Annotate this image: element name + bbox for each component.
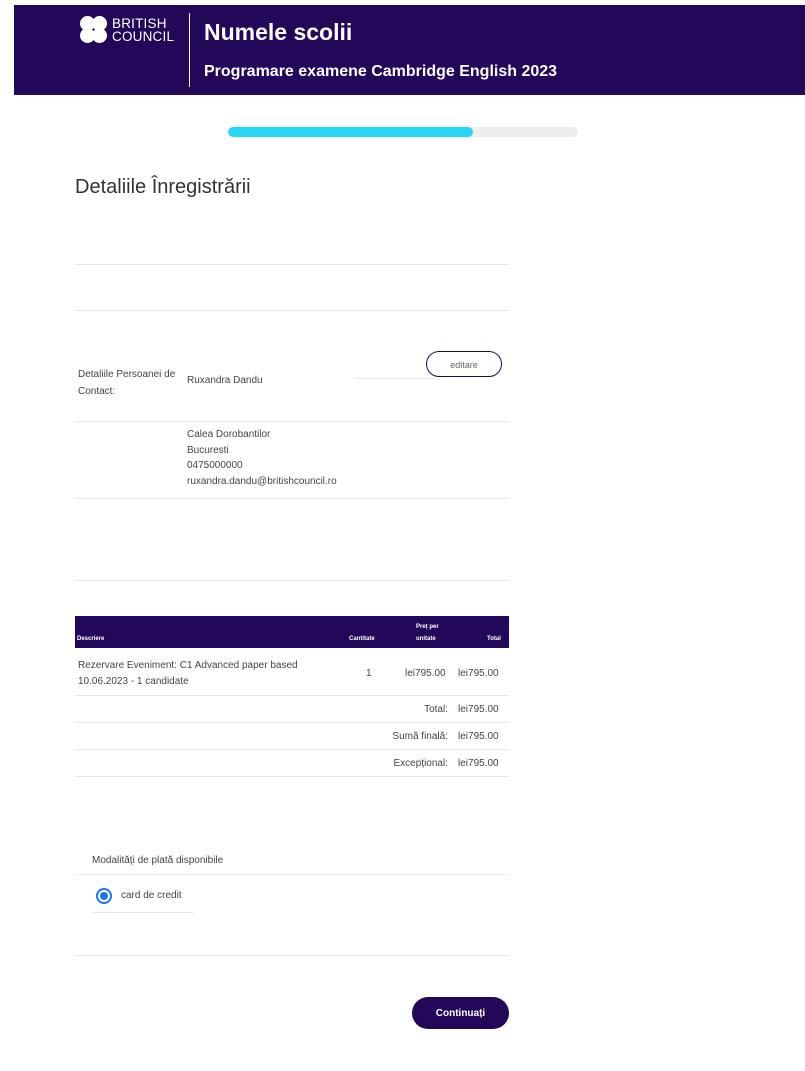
divider xyxy=(75,264,509,265)
summary-final-value: lei795.00 xyxy=(458,731,499,742)
header-divider xyxy=(189,13,190,87)
column-header-unit-price-1: Preț per xyxy=(416,624,439,630)
header-subtitle: Programare examene Cambridge English 202… xyxy=(204,63,558,80)
credit-card-label[interactable]: card de credit xyxy=(121,890,182,901)
british-council-logo[interactable]: BRITISH COUNCIL xyxy=(80,13,180,53)
item-description: Rezervare Eveniment: C1 Advanced paper b… xyxy=(78,658,298,690)
item-quantity: 1 xyxy=(366,668,372,679)
edit-button[interactable]: editare xyxy=(426,351,502,377)
item-description-line-2: 10.06.2023 - 1 candidate xyxy=(78,676,189,687)
progress-fill xyxy=(228,127,473,137)
table-row-divider xyxy=(75,749,509,750)
divider xyxy=(75,421,509,422)
credit-card-radio[interactable] xyxy=(96,888,112,904)
table-row-divider xyxy=(75,776,509,777)
address-city: Bucuresti xyxy=(187,444,229,456)
contact-name: Ruxandra Dandu xyxy=(187,375,263,386)
column-header-description: Descriere xyxy=(77,636,105,642)
item-description-line-1: Rezervare Eveniment: C1 Advanced paper b… xyxy=(78,660,298,671)
summary-exceptional-value: lei795.00 xyxy=(458,758,499,769)
divider xyxy=(75,874,509,875)
divider xyxy=(355,378,435,379)
school-name: Numele scolii xyxy=(204,19,353,45)
item-unit-price: lei795.00 xyxy=(405,668,446,679)
divider xyxy=(75,580,509,581)
progress-bar xyxy=(228,127,578,137)
contact-address: Calea Dorobantilor Bucuresti 0475000000 … xyxy=(187,427,337,489)
page-title: Detaliile Înregistrării xyxy=(75,176,251,198)
logo-line-2: COUNCIL xyxy=(112,29,175,44)
site-header: BRITISH COUNCIL Numele scolii Programare… xyxy=(14,5,805,95)
continue-button[interactable]: Continuați xyxy=(412,997,509,1029)
divider xyxy=(75,955,509,956)
column-header-total: Total xyxy=(487,636,501,642)
table-row-divider xyxy=(75,695,509,696)
divider xyxy=(75,498,509,499)
table-row-divider xyxy=(75,722,509,723)
logo-dots-icon xyxy=(80,13,116,49)
summary-final-label: Sumă finală: xyxy=(392,731,448,742)
summary-total-label: Total: xyxy=(424,704,448,715)
order-table: Descriere Cantitate Preț per unitate Tot… xyxy=(75,616,509,777)
summary-exceptional-label: Excepțional: xyxy=(393,758,448,769)
logo-text: BRITISH COUNCIL xyxy=(112,17,175,44)
column-header-quantity: Cantitate xyxy=(349,636,375,642)
address-phone: 0475000000 xyxy=(187,460,243,471)
divider xyxy=(75,310,509,311)
column-header-unit-price-2: unitate xyxy=(416,636,436,642)
address-street: Calea Dorobantilor xyxy=(187,429,271,440)
divider xyxy=(92,912,194,913)
order-table-header: Descriere Cantitate Preț per unitate Tot… xyxy=(75,616,509,648)
contact-label: Detaliile Persoanei de Contact: xyxy=(78,369,176,397)
address-email: ruxandra.dandu@britishcouncil.ro xyxy=(187,475,337,487)
payment-methods-title: Modalități de plată disponibile xyxy=(92,855,224,866)
summary-total-value: lei795.00 xyxy=(458,704,499,715)
item-total: lei795.00 xyxy=(458,668,499,679)
